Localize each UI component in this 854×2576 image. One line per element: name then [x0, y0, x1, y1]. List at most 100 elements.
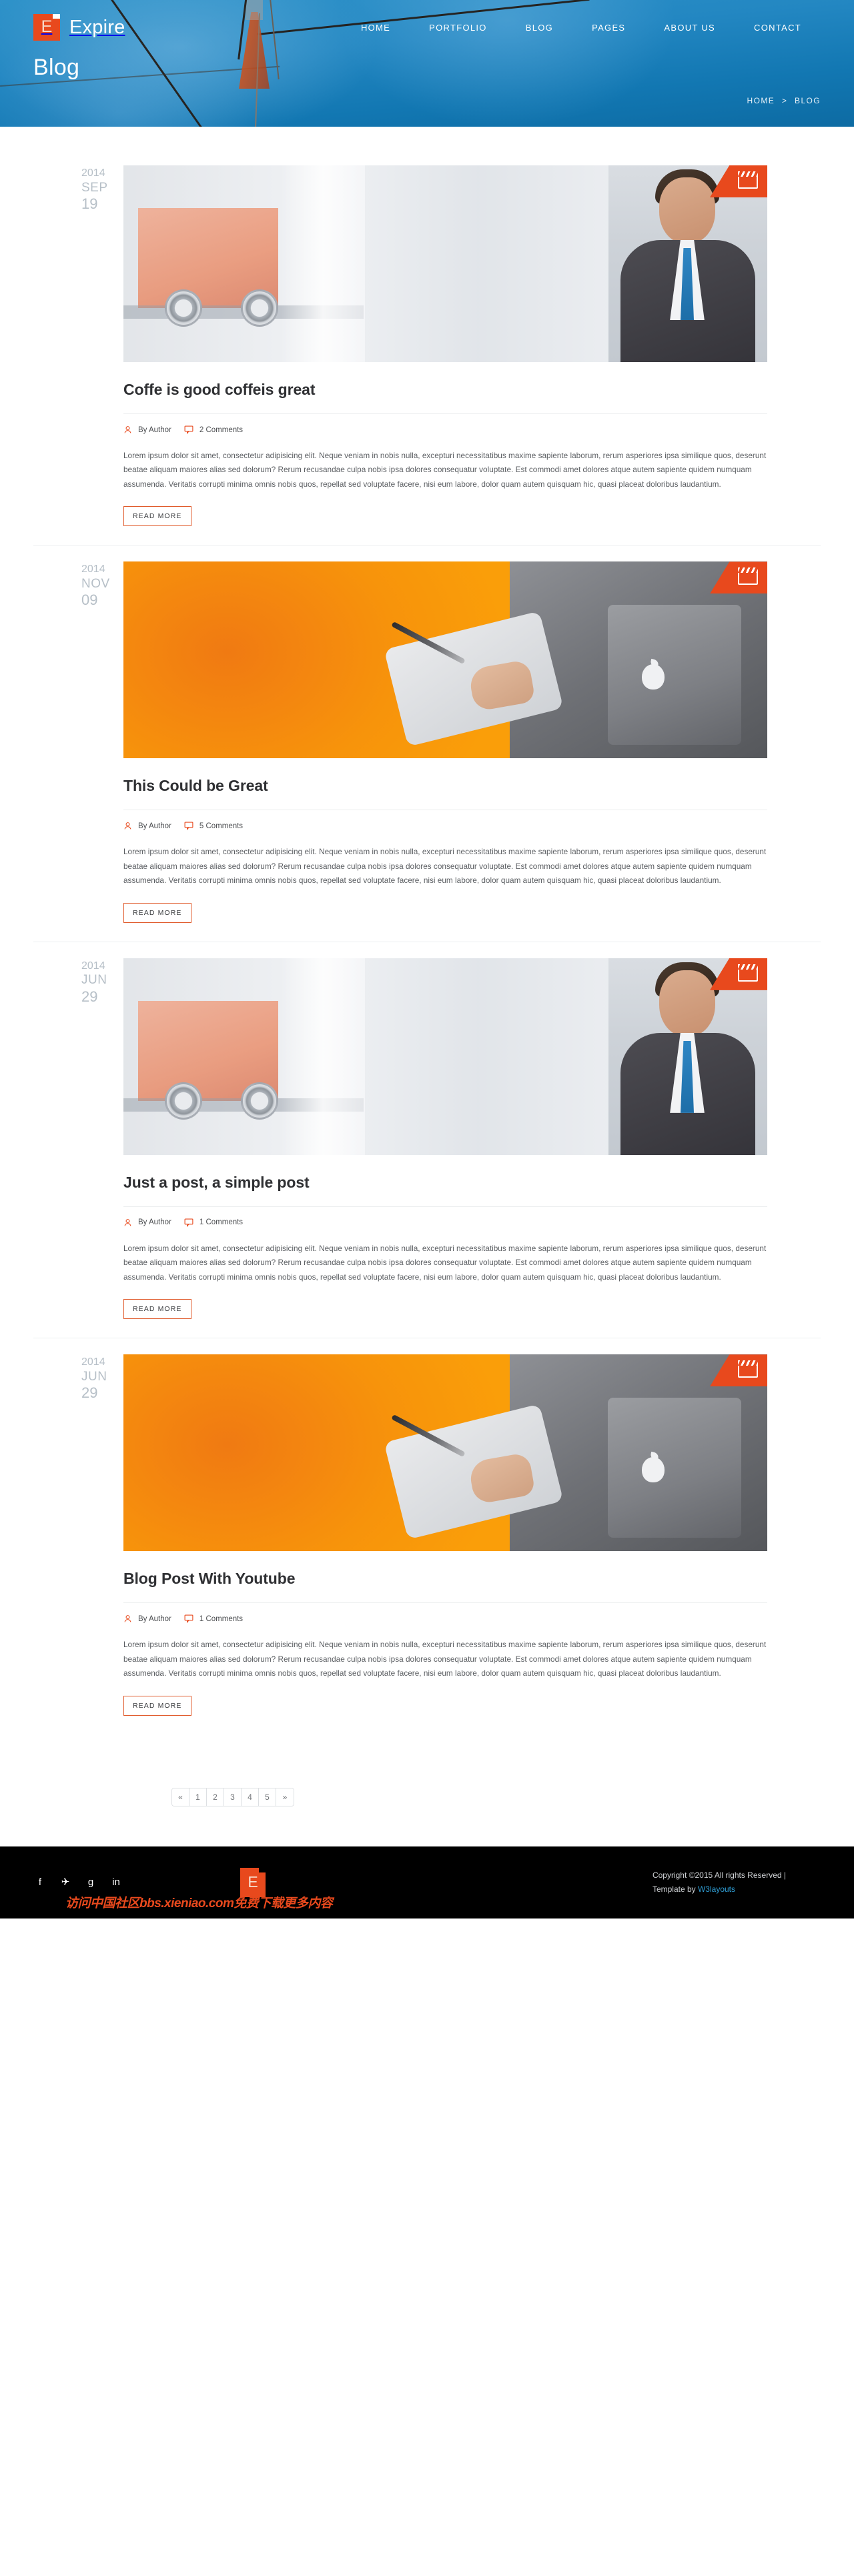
comment-bubble-icon — [184, 425, 193, 434]
truck-wheel-decoration — [241, 289, 278, 327]
pagination-page-3[interactable]: 3 — [224, 1788, 242, 1806]
post-excerpt: Lorem ipsum dolor sit amet, consectetur … — [123, 451, 767, 489]
nav-item-portfolio[interactable]: PORTFOLIO — [410, 16, 506, 39]
laptop-decoration — [608, 605, 742, 746]
post-image[interactable] — [123, 1354, 767, 1552]
post-date: 2014 JUN 29 — [33, 958, 107, 1319]
post-date-month: JUN — [81, 1369, 107, 1384]
film-clapper-icon — [738, 1360, 758, 1378]
post-date: 2014 JUN 29 — [33, 1354, 107, 1715]
post-comment-count: 1 Comments — [199, 1614, 244, 1623]
blog-post: 2014 JUN 29 Blog Post With Youtube By Au… — [33, 1354, 821, 1734]
footer-copyright: Copyright ©2015 All rights Reserved | Te… — [653, 1868, 821, 1896]
template-credit-link[interactable]: W3layouts — [698, 1884, 735, 1894]
nav-item-home[interactable]: HOME — [342, 16, 410, 39]
nav-item-contact[interactable]: CONTACT — [735, 16, 821, 39]
post-image-orange-scene — [123, 1354, 767, 1552]
user-icon — [123, 1614, 132, 1623]
post-author: By Author — [138, 822, 171, 830]
pagination-prev[interactable]: « — [172, 1788, 189, 1806]
navigation-bar: E Expire HOME PORTFOLIO BLOG PAGES ABOUT… — [33, 0, 821, 47]
social-links: f ✈ g in — [33, 1876, 123, 1889]
pagination-wrapper: « 1 2 3 4 5 » — [33, 1770, 821, 1846]
comment-bubble-icon — [184, 1218, 193, 1227]
pagination-page-5[interactable]: 5 — [259, 1788, 276, 1806]
post-body: Blog Post With Youtube By Author 1 Comme… — [107, 1354, 821, 1716]
nav-item-about-us[interactable]: ABOUT US — [645, 16, 735, 39]
post-meta: By Author 2 Comments — [123, 414, 767, 434]
post-title[interactable]: Blog Post With Youtube — [123, 1551, 767, 1604]
post-date-year: 2014 — [81, 960, 105, 972]
blog-post: 2014 SEP 19 Coffe is good coffeis great … — [33, 165, 821, 546]
footer-inner: f ✈ g in E 访问中国社区bbs.xieniao.com免费下载更多内容… — [33, 1846, 821, 1918]
film-clapper-icon — [738, 171, 758, 189]
post-image-blur-decoration — [281, 958, 365, 1155]
blog-list: 2014 SEP 19 Coffe is good coffeis great … — [33, 127, 821, 1770]
post-image[interactable] — [123, 561, 767, 759]
post-image[interactable] — [123, 958, 767, 1155]
read-more-button[interactable]: READ MORE — [123, 902, 191, 923]
post-date-day: 09 — [81, 591, 98, 609]
watermark-text: 访问中国社区bbs.xieniao.com免费下载更多内容 — [65, 1896, 333, 1910]
apple-logo-decoration — [641, 1456, 665, 1482]
twitter-icon[interactable]: ✈ — [59, 1876, 72, 1889]
post-date-day: 29 — [81, 988, 98, 1005]
post-excerpt: Lorem ipsum dolor sit amet, consectetur … — [123, 847, 767, 886]
post-author: By Author — [138, 425, 171, 434]
page-header: Blog HOME > BLOG — [33, 47, 821, 119]
template-credit-prefix: Template by — [652, 1884, 698, 1894]
breadcrumb-home[interactable]: HOME — [747, 96, 775, 105]
comment-bubble-icon — [184, 822, 193, 831]
footer-logo-letter: E — [248, 1873, 258, 1891]
pagination-page-1[interactable]: 1 — [189, 1788, 207, 1806]
post-excerpt: Lorem ipsum dolor sit amet, consectetur … — [123, 1640, 767, 1678]
film-clapper-icon — [738, 567, 758, 585]
pagination-page-2[interactable]: 2 — [207, 1788, 224, 1806]
post-title[interactable]: Just a post, a simple post — [123, 1155, 767, 1207]
main-menu: HOME PORTFOLIO BLOG PAGES ABOUT US CONTA… — [342, 16, 821, 39]
footer-left: f ✈ g in E 访问中国社区bbs.xieniao.com免费下载更多内容 — [33, 1867, 333, 1910]
post-excerpt: Lorem ipsum dolor sit amet, consectetur … — [123, 1243, 767, 1282]
post-comment-count: 5 Comments — [199, 822, 244, 830]
nav-item-blog[interactable]: BLOG — [506, 16, 572, 39]
pagination: « 1 2 3 4 5 » — [171, 1787, 294, 1806]
linkedin-icon[interactable]: in — [109, 1876, 123, 1889]
site-footer: f ✈ g in E 访问中国社区bbs.xieniao.com免费下载更多内容… — [0, 1846, 854, 1918]
post-comment-count: 1 Comments — [199, 1218, 244, 1227]
post-title[interactable]: Coffe is good coffeis great — [123, 362, 767, 414]
post-date-day: 29 — [81, 1384, 98, 1401]
post-title[interactable]: This Could be Great — [123, 758, 767, 811]
post-body: Coffe is good coffeis great By Author 2 … — [107, 165, 821, 527]
user-icon — [123, 425, 132, 434]
read-more-button[interactable]: READ MORE — [123, 1299, 191, 1320]
laptop-decoration — [608, 1398, 742, 1538]
post-comment-count: 2 Comments — [199, 425, 244, 434]
post-date-month: NOV — [81, 576, 110, 591]
google-plus-icon[interactable]: g — [84, 1876, 97, 1889]
pagination-page-4[interactable]: 4 — [242, 1788, 259, 1806]
post-date: 2014 NOV 09 — [33, 561, 110, 922]
truck-wheel-decoration — [165, 289, 202, 327]
post-meta: By Author 1 Comments — [123, 1207, 767, 1227]
post-date-month: SEP — [81, 180, 108, 195]
logo-mark-icon: E — [33, 14, 60, 41]
pagination-next[interactable]: » — [276, 1788, 294, 1806]
comment-bubble-icon — [184, 1614, 193, 1624]
post-image-blur-decoration — [281, 165, 365, 362]
apple-logo-decoration — [641, 664, 665, 690]
truck-wheel-decoration — [165, 1082, 202, 1120]
breadcrumb: HOME > BLOG — [33, 96, 821, 105]
post-date: 2014 SEP 19 — [33, 165, 107, 526]
facebook-icon[interactable]: f — [33, 1876, 47, 1889]
site-logo[interactable]: E Expire — [33, 14, 125, 41]
read-more-button[interactable]: READ MORE — [123, 506, 191, 527]
post-date-year: 2014 — [81, 167, 105, 179]
post-date-year: 2014 — [81, 563, 105, 575]
post-date-year: 2014 — [81, 1356, 105, 1368]
post-body: This Could be Great By Author 5 Comments — [107, 561, 821, 923]
post-image[interactable] — [123, 165, 767, 362]
nav-item-pages[interactable]: PAGES — [572, 16, 645, 39]
person-head-decoration — [659, 177, 715, 244]
user-icon — [123, 1218, 132, 1227]
read-more-button[interactable]: READ MORE — [123, 1695, 191, 1716]
